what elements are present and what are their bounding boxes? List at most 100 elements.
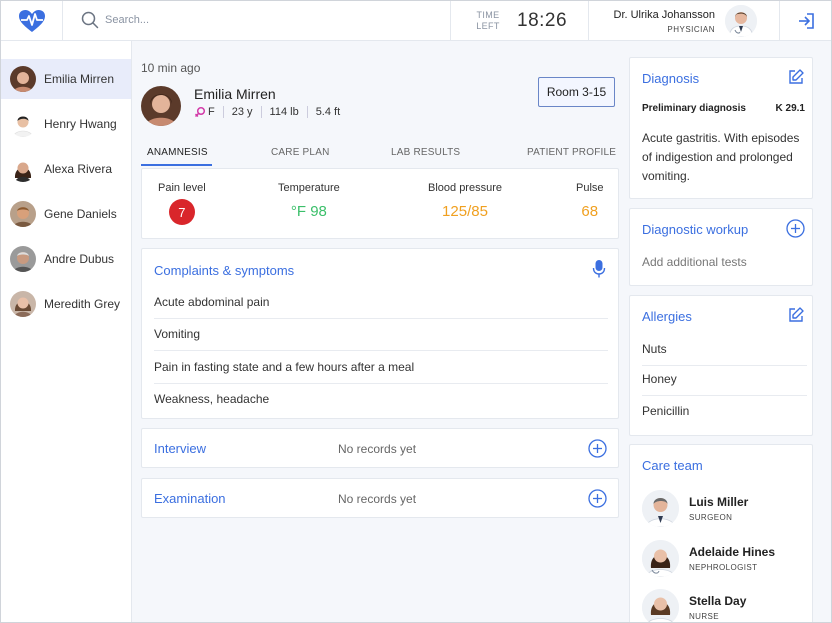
edit-icon xyxy=(789,69,804,84)
care-team-panel: Care team Luis Miller SURGEON Adelaide H… xyxy=(629,444,813,622)
examination-panel: Examination No records yet xyxy=(141,478,619,518)
patient-list-item[interactable]: Andre Dubus xyxy=(1,239,131,279)
patient-avatar xyxy=(141,86,181,126)
patient-weight: 114 lb xyxy=(269,106,299,118)
member-role: NURSE xyxy=(689,612,720,621)
list-item: Vomiting xyxy=(154,327,608,351)
member-role: SURGEON xyxy=(689,513,733,522)
doctor-role: PHYSICIAN xyxy=(667,25,715,34)
patient-detail: 10 min ago Emilia Mirren F 23 y 114 lb 5… xyxy=(132,41,620,622)
edit-icon xyxy=(789,307,804,322)
tab-anamnesis[interactable]: ANAMNESIS xyxy=(147,147,208,158)
diagnosis-title: Diagnosis xyxy=(642,71,700,86)
heart-pulse-icon xyxy=(18,10,45,32)
allergies-title: Allergies xyxy=(642,309,692,324)
microphone-icon xyxy=(592,260,606,278)
workup-title: Diagnostic workup xyxy=(642,222,749,237)
examination-title: Examination xyxy=(154,491,226,506)
top-bar: Search... TIME LEFT 18:26 Dr. Ulrika Joh… xyxy=(1,1,831,41)
patient-age: 23 y xyxy=(231,106,253,118)
list-item: Acute abdominal pain xyxy=(154,295,608,319)
avatar xyxy=(642,540,679,577)
vitals-panel: Pain level 7 Temperature °F 98 Blood pre… xyxy=(141,168,619,239)
logout-button[interactable] xyxy=(779,1,831,41)
edit-allergies-button[interactable] xyxy=(787,306,805,329)
divider xyxy=(260,106,262,118)
patient-name: Andre Dubus xyxy=(44,252,115,266)
patient-name: Henry Hwang xyxy=(44,117,117,131)
divider xyxy=(306,106,308,118)
care-team-member[interactable]: Adelaide Hines NEPHROLOGIST xyxy=(642,540,775,577)
care-team-title: Care team xyxy=(642,458,703,473)
active-tab-indicator xyxy=(141,164,212,166)
interview-panel: Interview No records yet xyxy=(141,428,619,468)
avatar xyxy=(10,66,36,92)
patient-list-item[interactable]: Alexa Rivera xyxy=(1,149,131,189)
care-team-member[interactable]: Luis Miller SURGEON xyxy=(642,490,748,527)
patient-list-item[interactable]: Meredith Grey xyxy=(1,284,131,324)
member-name: Stella Day xyxy=(689,594,747,608)
diagnosis-subtitle: Preliminary diagnosis xyxy=(642,103,746,114)
member-name: Adelaide Hines xyxy=(689,545,776,559)
plus-circle-icon xyxy=(786,219,805,238)
patient-name: Emilia Mirren xyxy=(44,72,115,86)
complaints-title: Complaints & symptoms xyxy=(154,263,295,278)
search-box[interactable]: Search... xyxy=(81,11,149,29)
list-item: Pain in fasting state and a few hours af… xyxy=(154,360,608,384)
room-badge[interactable]: Room 3-15 xyxy=(538,77,615,107)
diagnosis-text: Acute gastritis. With episodes of indige… xyxy=(642,131,800,183)
edit-diagnosis-button[interactable] xyxy=(787,68,805,91)
avatar xyxy=(642,589,679,622)
patient-sex: F xyxy=(208,106,215,118)
app-logo[interactable] xyxy=(1,1,63,41)
avatar xyxy=(10,156,36,182)
examination-status: No records yet xyxy=(338,492,417,506)
tab-lab-results[interactable]: LAB RESULTS xyxy=(391,147,460,158)
tab-care-plan[interactable]: CARE PLAN xyxy=(271,147,330,158)
add-interview-button[interactable] xyxy=(588,439,607,463)
allergies-panel: Allergies Nuts Honey Penicillin xyxy=(629,295,813,436)
vital-blood-pressure: Blood pressure 125/85 xyxy=(428,182,502,220)
avatar xyxy=(642,490,679,527)
time-left-panel: TIME LEFT 18:26 xyxy=(450,1,589,41)
patient-name: Meredith Grey xyxy=(44,297,121,311)
care-team-member[interactable]: Stella Day NURSE xyxy=(642,589,747,622)
patient-name: Alexa Rivera xyxy=(44,162,113,176)
add-test-button[interactable] xyxy=(786,219,805,243)
voice-input-button[interactable] xyxy=(592,259,606,284)
add-tests-link[interactable]: Add additional tests xyxy=(642,255,747,269)
logout-icon xyxy=(798,13,814,29)
female-icon xyxy=(194,106,206,118)
avatar xyxy=(10,111,36,137)
patient-list-item[interactable]: Gene Daniels xyxy=(1,194,131,234)
diagnostic-workup-panel: Diagnostic workup Add additional tests xyxy=(629,208,813,286)
vital-pulse: Pulse 68 xyxy=(576,182,604,220)
add-examination-button[interactable] xyxy=(588,489,607,513)
vital-pain: Pain level 7 xyxy=(158,182,206,225)
plus-circle-icon xyxy=(588,439,607,458)
list-item: Weakness, headache xyxy=(154,392,270,406)
diagnosis-panel: Diagnosis Preliminary diagnosis K 29.1 A… xyxy=(629,57,813,199)
doctor-name: Dr. Ulrika Johansson xyxy=(613,9,716,21)
diagnosis-code: K 29.1 xyxy=(775,103,805,114)
list-item: Honey xyxy=(642,372,807,396)
interview-status: No records yet xyxy=(338,442,417,456)
member-name: Luis Miller xyxy=(689,495,749,509)
search-input[interactable]: Search... xyxy=(105,14,149,26)
plus-circle-icon xyxy=(588,489,607,508)
patient-list: Emilia Mirren Henry Hwang Alexa Rivera G… xyxy=(1,41,132,622)
app-frame: Search... TIME LEFT 18:26 Dr. Ulrika Joh… xyxy=(0,0,832,623)
doctor-avatar[interactable] xyxy=(725,5,757,37)
avatar xyxy=(10,291,36,317)
avatar xyxy=(10,246,36,272)
complaints-panel: Complaints & symptoms Acute abdominal pa… xyxy=(141,248,619,419)
patient-list-item[interactable]: Emilia Mirren xyxy=(1,59,131,99)
patient-list-item[interactable]: Henry Hwang xyxy=(1,104,131,144)
pain-level-badge: 7 xyxy=(168,199,195,225)
member-role: NEPHROLOGIST xyxy=(689,563,758,572)
last-updated: 10 min ago xyxy=(141,61,201,75)
time-left-label: TIME LEFT xyxy=(476,10,500,31)
doctor-profile[interactable]: Dr. Ulrika Johansson PHYSICIAN xyxy=(589,1,779,41)
tab-patient-profile[interactable]: PATIENT PROFILE xyxy=(527,147,616,158)
patient-name: Gene Daniels xyxy=(44,207,117,221)
